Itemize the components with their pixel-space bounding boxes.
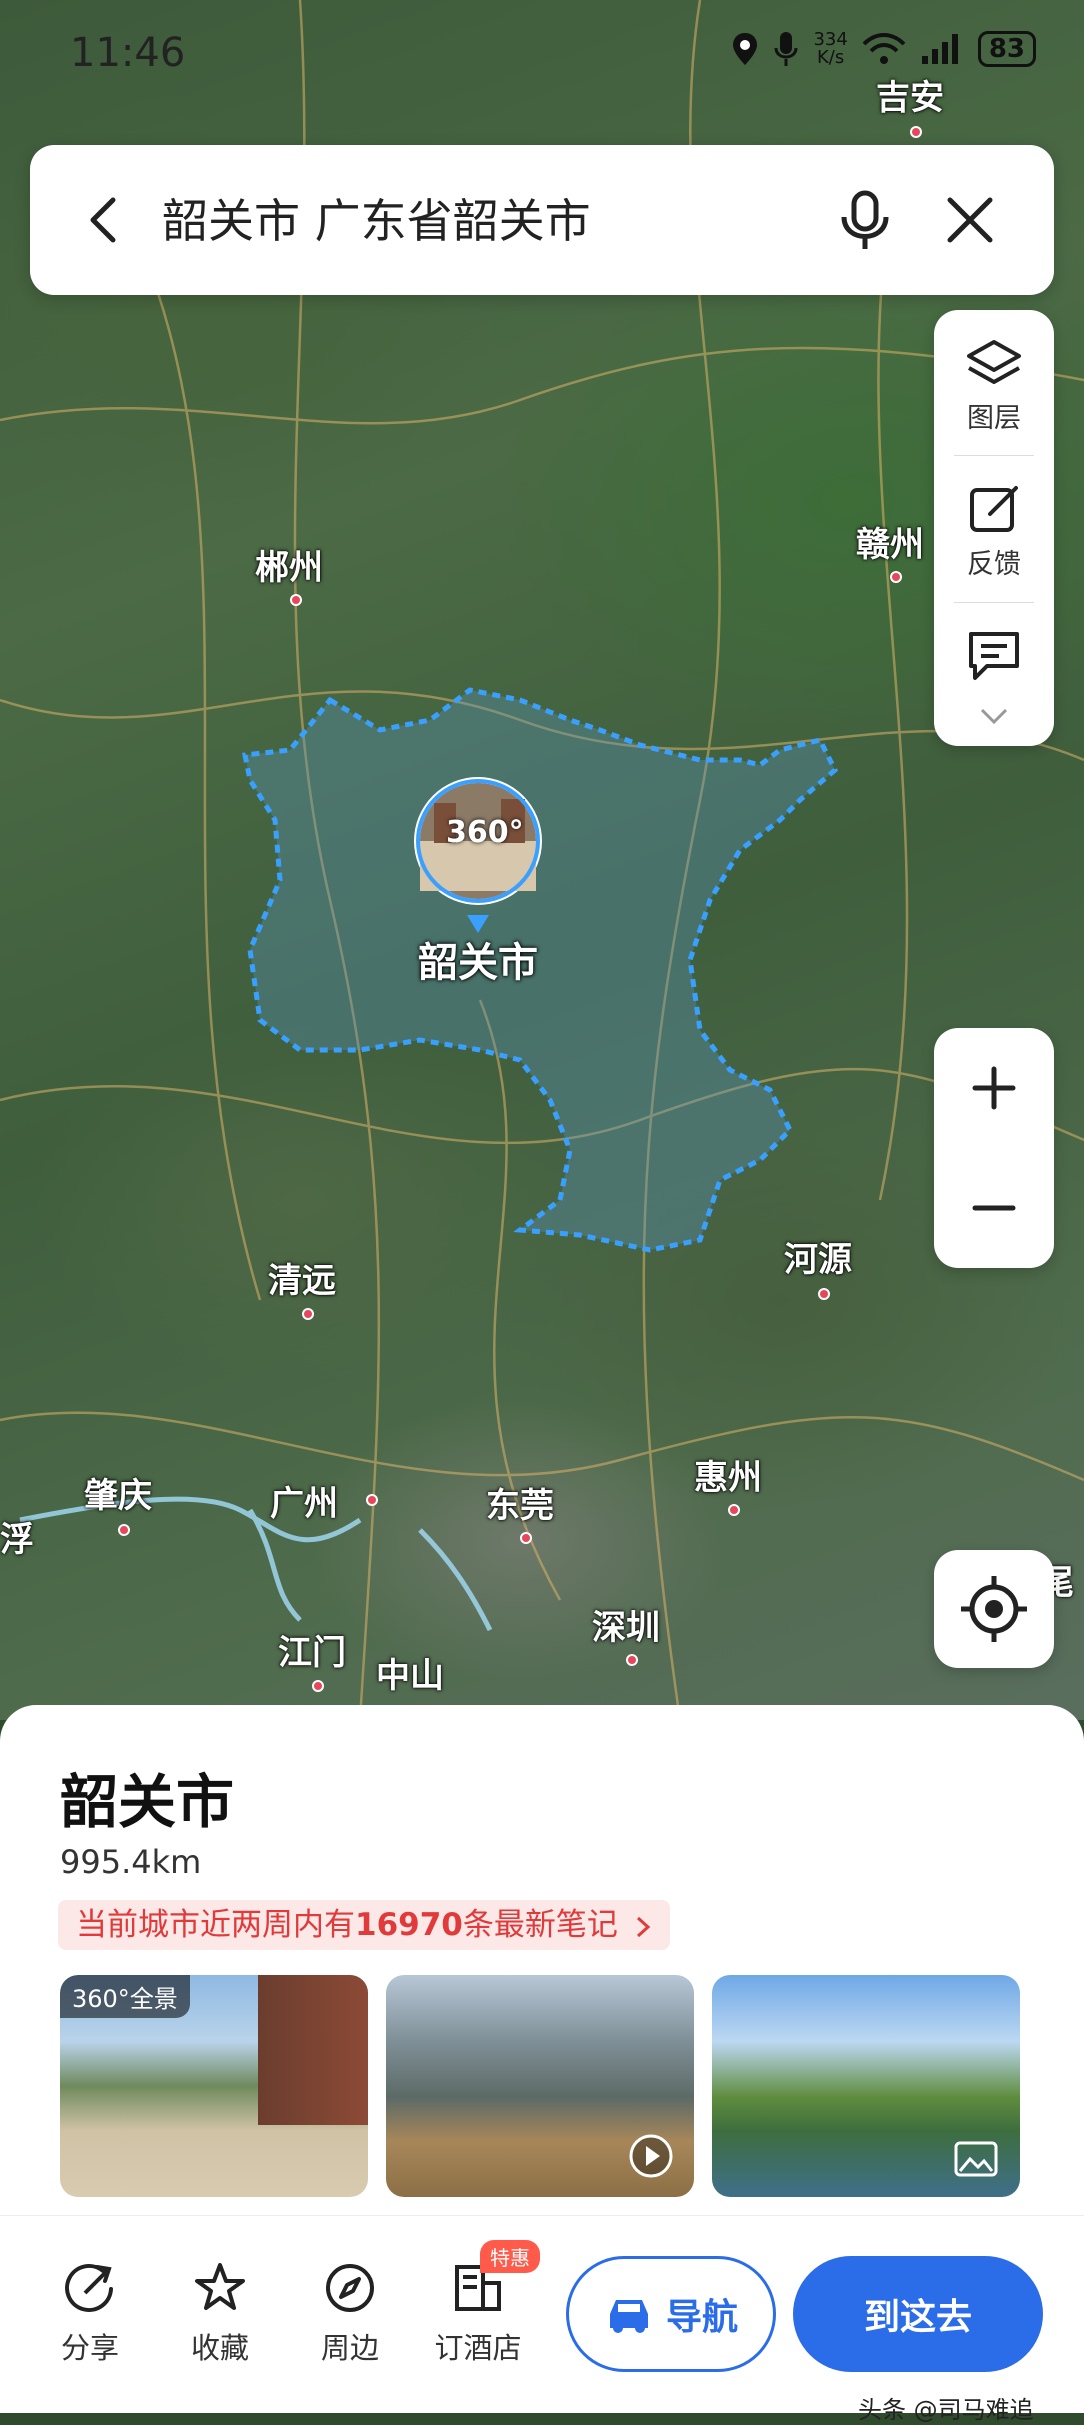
share-icon (65, 2263, 113, 2312)
photo-landscape[interactable] (712, 1975, 1020, 2197)
share-button[interactable]: 分享 (45, 2261, 135, 2367)
place-distance: 995.4km (60, 1843, 202, 1881)
city-label-heyuan: 河源 (784, 1240, 852, 1280)
video-play-icon (629, 2134, 673, 2178)
net-speed-unit: K/s (817, 47, 845, 68)
watermark-text: 头条 @司马难追 (858, 2396, 1034, 2424)
notes-count: 16970 (355, 1907, 463, 1943)
city-label-dongguan: 东莞 (486, 1486, 554, 1526)
city-boundary (242, 687, 839, 1253)
hotel-button[interactable]: 订酒店 (433, 2261, 523, 2367)
zoom-in-button[interactable] (934, 1028, 1054, 1148)
city-dot-heyuan (818, 1288, 830, 1300)
city-dot-dongguan (520, 1532, 532, 1544)
city-label-ganzhou: 赣州 (856, 525, 924, 565)
back-arrow-icon[interactable] (75, 190, 135, 250)
favorite-label: 收藏 (190, 2331, 249, 2365)
location-icon (733, 33, 758, 65)
search-bar[interactable]: 韶关市 广东省韶关市 (30, 145, 1054, 295)
compass-icon (326, 2264, 374, 2312)
car-icon (609, 2300, 648, 2333)
voice-search-icon[interactable] (832, 187, 898, 253)
edit-feedback-icon (970, 486, 1018, 532)
zoom-controls (934, 1028, 1054, 1268)
photo-panorama[interactable]: 360°全景 (60, 1975, 368, 2197)
city-label-fu: 浮 (0, 1520, 34, 1560)
city-label-guangzhou: 广州 (270, 1484, 338, 1524)
layers-label: 图层 (967, 403, 1021, 434)
city-label-chenzhou: 郴州 (255, 548, 323, 588)
city-dot-guangzhou (366, 1494, 378, 1506)
navigate-label: 导航 (665, 2297, 738, 2338)
hotel-label: 订酒店 (434, 2331, 522, 2365)
image-icon (954, 2141, 998, 2177)
close-icon[interactable] (940, 190, 1000, 250)
panorama-marker-text: 360° (446, 815, 524, 850)
map-tools-panel: 图层 反馈 (934, 310, 1054, 746)
feedback-label: 反馈 (967, 549, 1021, 580)
status-bar: 11:46 334 K/s 83 (0, 0, 1084, 110)
share-label: 分享 (60, 2331, 119, 2365)
city-dot-shenzhen (626, 1654, 638, 1666)
notes-suffix: 条最新笔记 (462, 1907, 618, 1943)
crosshair-icon (961, 1576, 1027, 1642)
nearby-button[interactable]: 周边 (305, 2261, 395, 2367)
city-label-shenzhen: 深圳 (592, 1608, 660, 1648)
wifi-icon (862, 33, 906, 64)
favorite-button[interactable]: 收藏 (175, 2261, 265, 2367)
layers-icon (967, 340, 1021, 384)
battery-indicator: 83 (977, 31, 1036, 67)
city-dot-jian (910, 126, 922, 138)
go-here-button[interactable]: 到这去 (793, 2256, 1043, 2372)
message-button[interactable] (934, 628, 1054, 688)
city-dot-huizhou (728, 1504, 740, 1516)
microphone-status-icon (774, 32, 798, 66)
city-label-jiangmen: 江门 (278, 1633, 346, 1673)
city-dot-qingyuan (302, 1308, 314, 1320)
city-label-zhaoqing: 肇庆 (84, 1476, 152, 1516)
layers-button[interactable]: 图层 (934, 338, 1054, 435)
panorama-marker[interactable] (409, 775, 547, 935)
notes-banner[interactable]: 当前城市近两周内有16970条最新笔记 (58, 1900, 670, 1950)
message-icon (969, 632, 1019, 680)
photo-aerial[interactable] (386, 1975, 694, 2197)
hotel-promo-badge: 特惠 (480, 2240, 540, 2273)
locate-me-button[interactable] (934, 1550, 1054, 1668)
city-dot-chenzhou (290, 594, 302, 606)
expand-chevron-icon[interactable] (978, 706, 1010, 726)
place-title: 韶关市 (60, 1768, 235, 1836)
search-query-text[interactable]: 韶关市 广东省韶关市 (162, 185, 591, 251)
status-time: 11:46 (70, 30, 186, 76)
city-label-zhongshan: 中山 (376, 1656, 444, 1696)
star-icon (195, 2263, 245, 2310)
chevron-right-icon (636, 1916, 650, 1937)
notes-prefix: 当前城市近两周内有 (76, 1907, 355, 1943)
nearby-label: 周边 (320, 2331, 379, 2365)
bottom-action-bar: 分享 收藏 周边 订酒店 特惠 导航 到这去 (0, 2215, 1084, 2413)
plus-icon (972, 1066, 1016, 1110)
city-dot-ganzhou (890, 571, 902, 583)
pano-badge-label: 全景 (129, 1985, 178, 2013)
marker-city-label: 韶关市 (418, 940, 538, 986)
minus-icon (972, 1205, 1016, 1211)
go-here-label: 到这去 (863, 2297, 972, 2338)
city-label-qingyuan: 清远 (268, 1261, 336, 1301)
city-dot-zhaoqing (118, 1524, 130, 1536)
zoom-out-button[interactable] (934, 1148, 1054, 1268)
city-label-huizhou: 惠州 (694, 1458, 762, 1498)
city-dot-jiangmen (312, 1680, 324, 1692)
feedback-button[interactable]: 反馈 (934, 482, 1054, 581)
navigate-button[interactable]: 导航 (566, 2256, 776, 2372)
signal-icon (921, 34, 958, 64)
